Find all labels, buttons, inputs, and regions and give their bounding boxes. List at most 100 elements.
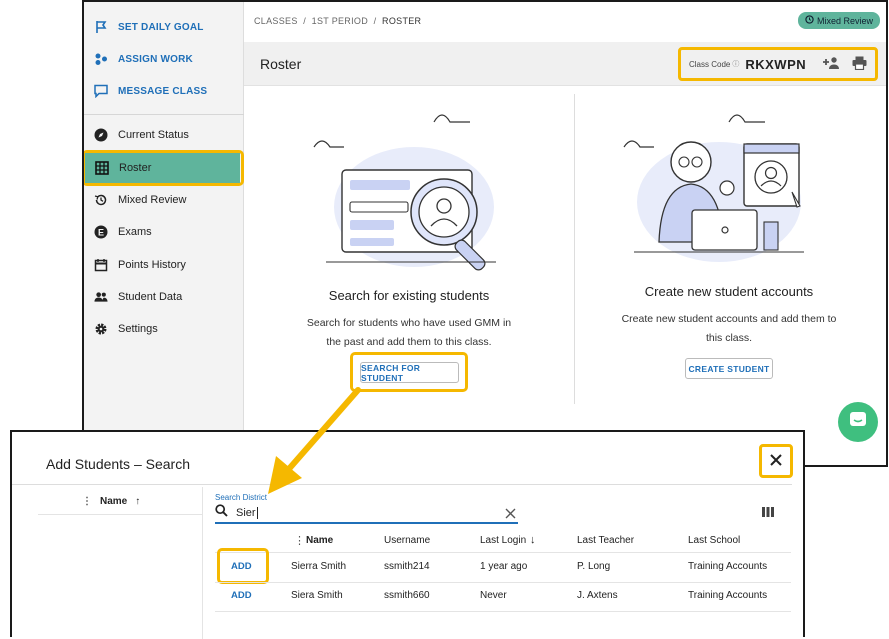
clear-icon[interactable]: [505, 506, 516, 524]
search-illustration: [313, 114, 496, 271]
sidebar-label: SET DAILY GOAL: [118, 21, 204, 33]
search-card-title: Search for existing students: [328, 288, 490, 303]
more-vert-icon[interactable]: ⋮: [294, 534, 305, 547]
flag-icon: [94, 20, 108, 34]
add-button[interactable]: ADD: [231, 590, 252, 601]
main-content: CLASSES / 1ST PERIOD / ROSTER Mixed Revi…: [244, 2, 886, 465]
sidebar-divider: [84, 114, 244, 115]
search-card-line-2: the past and add them to this class.: [326, 336, 492, 348]
roster-window: SET DAILY GOAL ASSIGN WORK MESSAGE CLASS…: [82, 0, 888, 467]
sidebar-item-settings[interactable]: Settings: [84, 314, 244, 344]
info-icon[interactable]: ⓘ: [732, 59, 739, 69]
table-cell-username: ssmith660: [384, 590, 430, 601]
create-illustration: [623, 114, 804, 262]
class-code-value: RKXWPN: [745, 56, 807, 72]
table-cell-last-login: Never: [480, 590, 507, 601]
compass-icon: [94, 128, 108, 142]
search-input-value: Sier: [236, 507, 256, 519]
sidebar-label: Mixed Review: [118, 194, 187, 206]
column-header-name[interactable]: Name: [306, 535, 333, 546]
breadcrumb-period[interactable]: 1ST PERIOD: [312, 16, 368, 26]
chat-button[interactable]: [838, 402, 878, 442]
sidebar-set-daily-goal[interactable]: SET DAILY GOAL: [84, 12, 244, 42]
table-cell-teacher: P. Long: [577, 561, 611, 572]
sidebar-label: Exams: [118, 226, 152, 238]
create-card-title: Create new student accounts: [644, 284, 814, 299]
sidebar-label: Current Status: [118, 129, 189, 141]
add-person-icon[interactable]: [822, 56, 840, 73]
svg-text:E: E: [98, 227, 104, 237]
print-icon[interactable]: [852, 56, 867, 73]
sort-up-icon: ↑: [135, 496, 141, 507]
history-icon: [94, 193, 108, 207]
search-card-line-1: Search for students who have used GMM in: [306, 317, 512, 329]
left-name-label: Name: [100, 496, 128, 507]
search-for-student-button[interactable]: SEARCH FOR STUDENT: [360, 362, 459, 383]
column-header-last-teacher[interactable]: Last Teacher: [577, 535, 634, 546]
card-divider: [574, 94, 575, 404]
search-icon: [215, 504, 228, 522]
column-header-last-login[interactable]: Last Login: [480, 535, 526, 546]
sidebar-item-exams[interactable]: E Exams: [84, 217, 244, 247]
add-button[interactable]: ADD: [231, 561, 252, 572]
chat-icon: [848, 410, 868, 435]
table-cell-school: Training Accounts: [688, 590, 768, 601]
columns-icon[interactable]: [762, 504, 774, 522]
table-cell-name: Sierra Smith: [291, 561, 347, 572]
left-panel-line: [38, 514, 202, 515]
sidebar-item-current-status[interactable]: Current Status: [84, 120, 244, 150]
class-code-box: Class Code ⓘ RKXWPN: [678, 47, 878, 81]
dialog-title: Add Students – Search: [46, 456, 190, 472]
sidebar-label: MESSAGE CLASS: [118, 85, 208, 97]
sidebar-label: Settings: [118, 323, 158, 335]
table-cell-school: Training Accounts: [688, 561, 768, 572]
sidebar-label: ASSIGN WORK: [118, 53, 193, 65]
table-cell-teacher: J. Axtens: [577, 590, 618, 601]
breadcrumb-sep: /: [373, 16, 377, 26]
sidebar: SET DAILY GOAL ASSIGN WORK MESSAGE CLASS…: [84, 2, 244, 465]
sidebar-item-roster[interactable]: Roster: [85, 153, 240, 183]
message-icon: [94, 84, 108, 98]
sidebar-item-mixed-review[interactable]: Mixed Review: [84, 185, 244, 215]
dialog-divider: [12, 484, 792, 485]
sidebar-label: Student Data: [118, 291, 183, 303]
table-cell-username: ssmith214: [384, 561, 430, 572]
create-student-button[interactable]: CREATE STUDENT: [685, 358, 773, 379]
exam-icon: E: [94, 225, 108, 239]
sidebar-assign-work[interactable]: ASSIGN WORK: [84, 44, 244, 74]
close-icon: [769, 451, 783, 472]
text-cursor: [256, 507, 258, 519]
table-row-line: [215, 582, 791, 583]
calendar-icon: [94, 258, 108, 272]
page-title: Roster: [260, 56, 302, 72]
class-code-label: Class Code: [689, 59, 731, 69]
create-card-line-2: this class.: [705, 332, 753, 344]
sidebar-item-student-data[interactable]: Student Data: [84, 282, 244, 312]
mixed-review-badge[interactable]: Mixed Review: [797, 12, 880, 29]
breadcrumb-roster: ROSTER: [382, 16, 422, 26]
panel-divider: [202, 487, 203, 639]
search-field-label: Search District: [215, 493, 268, 502]
breadcrumb-classes[interactable]: CLASSES: [254, 16, 298, 26]
close-button[interactable]: [759, 444, 793, 478]
sidebar-message-class[interactable]: MESSAGE CLASS: [84, 76, 244, 106]
table-cell-name: Siera Smith: [291, 590, 343, 601]
breadcrumb: CLASSES / 1ST PERIOD / ROSTER: [254, 16, 421, 26]
sidebar-label: Roster: [119, 162, 152, 174]
column-header-last-school[interactable]: Last School: [688, 535, 740, 546]
people-icon: [94, 290, 108, 304]
clock-icon: [805, 15, 814, 26]
breadcrumb-sep: /: [303, 16, 307, 26]
add-students-dialog: Add Students – Search ⋮ Name ↑ Search Di…: [10, 430, 805, 639]
sidebar-label: Points History: [118, 259, 186, 271]
more-vert-icon[interactable]: ⋮: [82, 496, 92, 507]
left-name-header[interactable]: ⋮ Name ↑: [82, 496, 140, 507]
search-input[interactable]: Sier: [215, 504, 518, 524]
create-card-line-1: Create new student accounts and add them…: [621, 313, 837, 325]
column-header-username[interactable]: Username: [384, 535, 430, 546]
table-row-line: [215, 611, 791, 612]
grid-icon: [95, 161, 109, 175]
search-card-text: Search for students who have used GMM in…: [274, 314, 544, 352]
class-code-actions: [822, 56, 867, 73]
sidebar-item-points-history[interactable]: Points History: [84, 250, 244, 280]
